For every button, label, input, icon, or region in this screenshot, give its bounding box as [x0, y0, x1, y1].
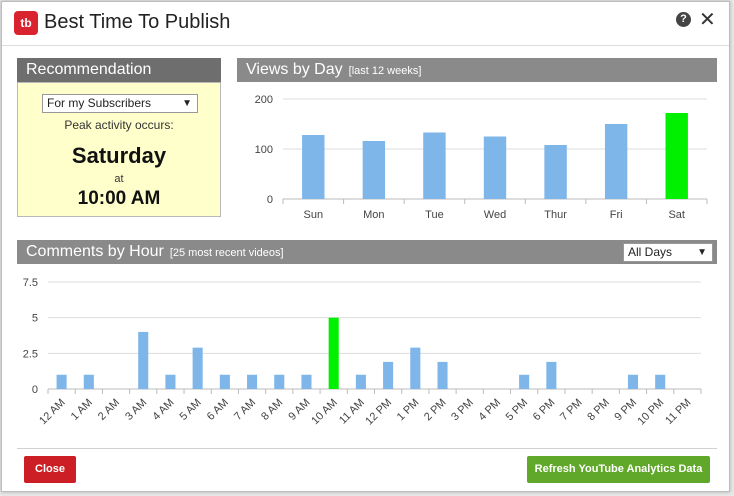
y-tick-label: 0	[267, 194, 273, 206]
x-tick-label: 6 PM	[531, 397, 558, 424]
bar	[604, 124, 628, 199]
bar	[546, 361, 557, 389]
x-tick-label: Sun	[303, 209, 323, 221]
comments-by-hour-title: Comments by Hour	[26, 243, 164, 260]
close-button[interactable]: Close	[24, 456, 76, 483]
days-select[interactable]: All Days ▼	[623, 243, 713, 262]
peak-day: Saturday	[71, 143, 167, 168]
x-tick-label: 7 AM	[232, 397, 258, 423]
x-tick-label: 2 PM	[422, 397, 449, 424]
x-tick-label: 11 PM	[663, 397, 693, 427]
tubebuddy-logo-icon: tb	[14, 11, 38, 35]
dropdown-caret-icon: ▼	[182, 98, 192, 109]
bar	[383, 361, 394, 389]
bar	[247, 374, 258, 389]
x-tick-label: 3 PM	[449, 397, 476, 424]
x-tick-label: Thur	[544, 209, 567, 221]
x-tick-label: 10 PM	[635, 397, 666, 428]
dialog-title: Best Time To Publish	[44, 11, 231, 33]
x-tick-label: 7 PM	[558, 397, 585, 424]
bar	[423, 132, 446, 199]
audience-select-value: For my Subscribers	[47, 96, 152, 110]
views-by-day-chart: 0 100 200 Sun Mon Tue Wed Thur Fri Sat	[255, 94, 708, 221]
x-tick-label: Tue	[425, 209, 444, 221]
x-tick-label: 5 PM	[504, 397, 531, 424]
y-tick-label: 200	[255, 94, 273, 106]
peak-time: 10:00 AM	[77, 188, 161, 209]
x-tick-label: 5 AM	[178, 397, 204, 423]
y-tick-label: 2.5	[23, 348, 38, 360]
x-tick-label: 8 AM	[259, 397, 285, 423]
bar	[519, 374, 530, 389]
x-tick-label: 4 PM	[476, 397, 503, 424]
x-tick-label: 8 PM	[585, 397, 612, 424]
x-tick-label: 12 AM	[37, 397, 68, 428]
x-tick-label: Sat	[668, 209, 685, 221]
peak-label: Peak activity occurs:	[64, 118, 174, 132]
x-tick-label: 1 AM	[69, 397, 95, 423]
x-tick-label: 4 AM	[150, 397, 176, 423]
close-icon[interactable]: ✕	[699, 7, 716, 31]
bar	[302, 135, 325, 199]
comments-by-hour-header: Comments by Hour [25 most recent videos]	[17, 240, 717, 264]
bar	[410, 347, 421, 389]
x-tick-label: 6 AM	[205, 397, 231, 423]
y-tick-label: 7.5	[23, 277, 38, 289]
bar	[362, 141, 386, 199]
bar	[437, 361, 448, 389]
bar	[274, 374, 285, 389]
bar	[627, 374, 639, 389]
recommendation-panel: For my Subscribers ▼ Peak activity occur…	[17, 82, 221, 217]
views-by-day-title: Views by Day	[246, 61, 343, 78]
x-tick-label: Mon	[363, 209, 384, 221]
bar	[219, 374, 230, 389]
refresh-analytics-button[interactable]: Refresh YouTube Analytics Data	[527, 456, 710, 483]
bar	[665, 113, 688, 199]
bar	[544, 145, 567, 199]
bar	[655, 374, 666, 389]
bar	[483, 136, 507, 199]
footer-divider	[17, 448, 717, 449]
x-tick-label: 11 AM	[337, 397, 367, 427]
views-by-day-header: Views by Day [last 12 weeks]	[237, 58, 717, 82]
y-tick-label: 0	[32, 384, 38, 396]
x-tick-label: 12 PM	[363, 397, 394, 428]
x-tick-label: 10 AM	[309, 397, 340, 428]
bar	[56, 374, 67, 389]
x-tick-label: 3 AM	[123, 397, 149, 423]
title-bar: tb Best Time To Publish ? ✕	[2, 2, 729, 46]
y-tick-label: 5	[32, 313, 38, 325]
days-select-value: All Days	[628, 245, 673, 259]
bar	[355, 374, 366, 389]
x-tick-label: 2 AM	[96, 397, 122, 423]
dropdown-caret-icon: ▼	[697, 247, 707, 258]
at-label: at	[114, 173, 124, 185]
best-time-dialog: tb Best Time To Publish ? ✕ Recommendati…	[1, 1, 730, 492]
comments-by-hour-subtitle: [25 most recent videos]	[169, 247, 284, 259]
recommendation-title: Recommendation	[26, 61, 152, 78]
x-tick-label: 1 PM	[395, 397, 422, 424]
bar	[165, 374, 176, 389]
bar	[192, 347, 203, 389]
views-by-day-subtitle: [last 12 weeks]	[348, 65, 422, 77]
audience-select[interactable]: For my Subscribers ▼	[42, 94, 198, 113]
y-tick-label: 100	[255, 144, 273, 156]
x-tick-label: Wed	[484, 209, 506, 221]
bar	[138, 331, 149, 389]
x-tick-label: Fri	[610, 209, 623, 221]
bar	[301, 374, 312, 389]
recommendation-header: Recommendation	[17, 58, 221, 82]
bar	[83, 374, 94, 389]
comments-by-hour-chart: 0 2.5 5 7.5 12 AM 1 AM 2 AM 3 AM 4 AM 5 AM 6 AM 7 A…	[23, 277, 702, 428]
help-icon[interactable]: ?	[676, 12, 691, 27]
bar	[328, 317, 339, 389]
